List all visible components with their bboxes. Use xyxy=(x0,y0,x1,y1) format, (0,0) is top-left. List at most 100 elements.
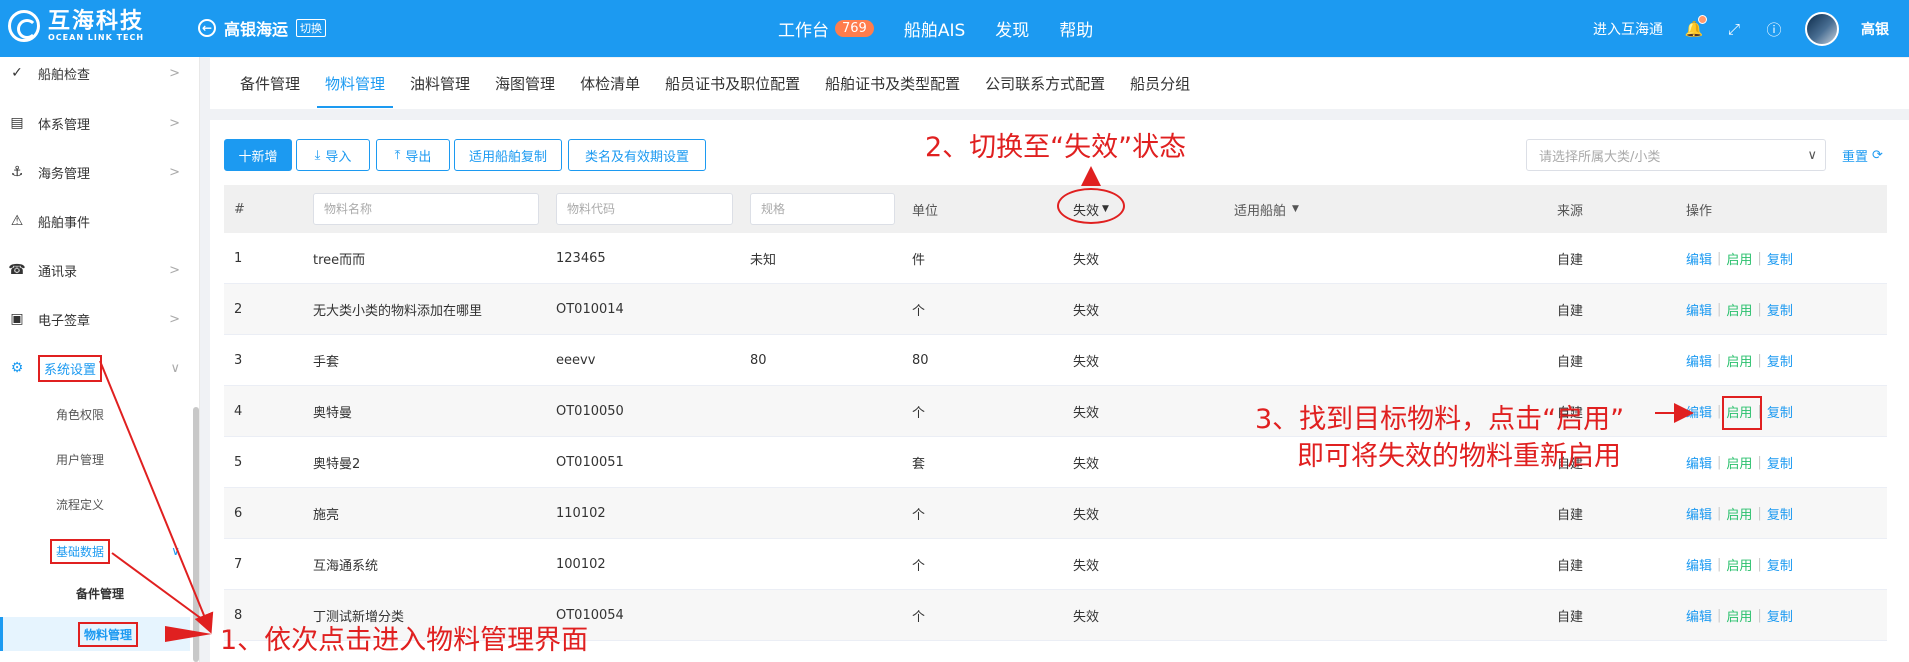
export-button[interactable]: ⤒ 导出 xyxy=(376,139,450,171)
category-setting-button[interactable]: 类名及有效期设置 xyxy=(568,139,706,171)
cell-material-code: 110102 xyxy=(556,506,606,521)
enable-link[interactable]: 启用 xyxy=(1726,351,1752,370)
separator: | xyxy=(1757,251,1762,266)
import-button[interactable]: ⤓ 导入 xyxy=(296,139,370,171)
cell-unit: 个 xyxy=(912,610,926,625)
fullscreen-icon[interactable]: ⤢ xyxy=(1725,20,1743,38)
sidebar-item-label: 通讯录 xyxy=(38,264,78,280)
edit-link[interactable]: 编辑 xyxy=(1686,504,1712,523)
cell-status: 失效 xyxy=(1073,457,1100,472)
separator: | xyxy=(1757,557,1762,572)
spec-filter[interactable] xyxy=(750,193,895,225)
copy-link[interactable]: 复制 xyxy=(1767,351,1793,370)
table-row: 4 奥特曼 OT010050 个失效 自建 编辑 | 启用 | 复制 xyxy=(224,386,1887,437)
avatar[interactable] xyxy=(1805,12,1839,46)
cell-index: 7 xyxy=(234,557,243,572)
sidebar-item-label: 海务管理 xyxy=(38,166,91,182)
col-operations: 操作 xyxy=(1686,203,1713,219)
enter-hhlink-link[interactable]: 进入互海通 xyxy=(1593,19,1663,39)
sidebar-item-e-signature[interactable]: ▣ 电子签章 > xyxy=(0,299,190,339)
copy-link[interactable]: 复制 xyxy=(1767,606,1793,625)
cell-source: 自建 xyxy=(1557,559,1584,574)
enable-link[interactable]: 启用 xyxy=(1726,453,1752,472)
sidebar-sub-basic-data[interactable]: 基础数据 ∨ xyxy=(0,534,190,568)
add-button[interactable]: 十新增 xyxy=(224,139,292,171)
table-header: # 单位 失效 ▼ 适用船舶 ▼ 来源 操作 xyxy=(224,185,1887,233)
copy-link[interactable]: 复制 xyxy=(1767,300,1793,319)
sidebar-sub-materials[interactable]: 物料管理 xyxy=(0,617,190,651)
sidebar-sub-spare-parts[interactable]: 备件管理 xyxy=(0,576,190,610)
separator: | xyxy=(1757,506,1762,521)
edit-link[interactable]: 编辑 xyxy=(1686,555,1712,574)
tab-health-checklist[interactable]: 体检清单 xyxy=(580,59,640,108)
separator: | xyxy=(1757,353,1762,368)
back-arrow-icon[interactable]: ← xyxy=(198,19,216,37)
nav-ship-ais[interactable]: 船舶AIS xyxy=(904,16,965,41)
copy-ship-button[interactable]: 适用船舶复制 xyxy=(454,139,562,171)
ship-filter-dropdown[interactable]: 适用船舶 ▼ xyxy=(1234,185,1299,233)
enable-link[interactable]: 启用 xyxy=(1726,606,1752,625)
user-name[interactable]: 高银 xyxy=(1861,19,1889,39)
edit-link[interactable]: 编辑 xyxy=(1686,402,1712,421)
material-code-filter[interactable] xyxy=(556,193,733,225)
sidebar-sub-process-definition[interactable]: 流程定义 xyxy=(0,487,190,521)
sidebar-scrollbar[interactable] xyxy=(193,407,199,662)
enable-link[interactable]: 启用 xyxy=(1726,300,1752,319)
refresh-icon: ⟳ xyxy=(1872,148,1883,163)
edit-link[interactable]: 编辑 xyxy=(1686,351,1712,370)
switch-button[interactable]: 切换 xyxy=(296,19,327,37)
sidebar-item-ship-inspection[interactable]: ✓ 船舶检查 > xyxy=(0,57,190,93)
copy-link[interactable]: 复制 xyxy=(1767,249,1793,268)
sidebar-item-system-management[interactable]: ▤ 体系管理 > xyxy=(0,103,190,143)
chevron-down-icon: ∨ xyxy=(170,360,180,376)
edit-link[interactable]: 编辑 xyxy=(1686,453,1712,472)
caret-down-icon: ▼ xyxy=(1292,204,1299,214)
sidebar-item-ship-events[interactable]: ⚠ 船舶事件 xyxy=(0,201,190,241)
gear-icon: ⚙ xyxy=(10,360,24,376)
copy-link[interactable]: 复制 xyxy=(1767,453,1793,472)
tab-crew-certificates[interactable]: 船员证书及职位配置 xyxy=(665,59,800,108)
tab-materials[interactable]: 物料管理 xyxy=(317,59,394,108)
edit-link[interactable]: 编辑 xyxy=(1686,300,1712,319)
table-row: 1 tree而而 123465 未知 件 失效 自建 编辑 | 启用 | 复制 xyxy=(224,233,1887,284)
separator: | xyxy=(1757,302,1762,317)
copy-link[interactable]: 复制 xyxy=(1767,555,1793,574)
cell-operations: 编辑 | 启用 | 复制 xyxy=(1686,539,1793,590)
separator: | xyxy=(1717,404,1722,419)
sidebar-item-system-settings[interactable]: ⚙ 系统设置 ∨ xyxy=(0,348,190,388)
enable-link[interactable]: 启用 xyxy=(1726,555,1752,574)
sidebar-sub-role-permissions[interactable]: 角色权限 xyxy=(0,397,190,431)
tab-crew-groups[interactable]: 船员分组 xyxy=(1130,59,1190,108)
sidebar-item-maritime[interactable]: ⚓ 海务管理 > xyxy=(0,152,190,192)
enable-link[interactable]: 启用 xyxy=(1726,504,1752,523)
sidebar-sub-user-management[interactable]: 用户管理 xyxy=(0,442,190,476)
company-switcher[interactable]: ← 高银海运 切换 xyxy=(198,16,327,40)
nav-help[interactable]: 帮助 xyxy=(1059,16,1093,41)
nav-discover[interactable]: 发现 xyxy=(995,16,1029,41)
document-icon: ▤ xyxy=(10,115,24,131)
enable-link[interactable]: 启用 xyxy=(1726,249,1752,268)
sidebar-item-label: 电子签章 xyxy=(38,313,91,329)
cell-operations: 编辑 | 启用 | 复制 xyxy=(1686,233,1793,284)
status-highlight-ellipse xyxy=(1057,188,1125,224)
edit-link[interactable]: 编辑 xyxy=(1686,249,1712,268)
bell-icon[interactable]: 🔔 xyxy=(1685,15,1707,38)
tab-company-contacts[interactable]: 公司联系方式配置 xyxy=(985,59,1105,108)
tab-spare-parts[interactable]: 备件管理 xyxy=(240,59,300,108)
edit-link[interactable]: 编辑 xyxy=(1686,606,1712,625)
tab-charts[interactable]: 海图管理 xyxy=(495,59,555,108)
tab-oil[interactable]: 油料管理 xyxy=(410,59,470,108)
download-icon: ⤓ xyxy=(314,147,321,163)
logo[interactable]: 互海科技 OCEAN LINK TECH xyxy=(8,10,144,42)
reset-label: 重置 xyxy=(1842,150,1869,165)
copy-link[interactable]: 复制 xyxy=(1767,402,1793,421)
help-icon[interactable]: ⓘ xyxy=(1765,20,1783,39)
tab-ship-certificates[interactable]: 船舶证书及类型配置 xyxy=(825,59,960,108)
cell-index: 2 xyxy=(234,302,243,317)
reset-button[interactable]: 重置 ⟳ xyxy=(1842,146,1883,165)
sidebar-item-contacts[interactable]: ☎ 通讯录 > xyxy=(0,250,190,290)
copy-link[interactable]: 复制 xyxy=(1767,504,1793,523)
nav-workbench[interactable]: 工作台 769 xyxy=(778,16,874,41)
material-name-filter[interactable] xyxy=(313,193,539,225)
category-select[interactable]: 请选择所属大类/小类 ∨ xyxy=(1526,139,1826,171)
